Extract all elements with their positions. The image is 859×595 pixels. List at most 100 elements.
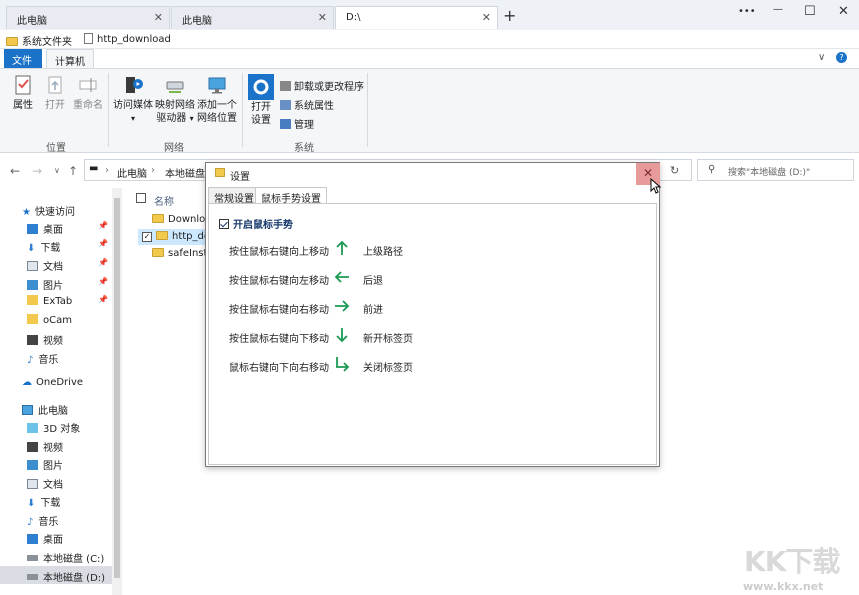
sidebar-item-extab[interactable]: ExTab 📌 (0, 292, 112, 310)
sidebar-item-pc-documents[interactable]: 文档 (0, 473, 112, 491)
breadcrumb-separator: › (151, 165, 155, 176)
search-box[interactable]: ⚲ 搜索"本地磁盘 (D:)" (697, 159, 854, 181)
minimize-icon[interactable]: — (773, 4, 783, 15)
chevron-down-icon[interactable]: ∨ (818, 52, 825, 63)
file-icon (84, 33, 93, 44)
sidebar-item-pc-music[interactable]: ♪ 音乐 (0, 510, 112, 528)
open-icon (48, 76, 62, 94)
sidebar-item-downloads[interactable]: ⬇ 下载 📌 (0, 236, 112, 254)
download-icon: ⬇ (27, 498, 36, 509)
scrollbar-thumb[interactable] (114, 198, 120, 578)
gesture-row-right: 按住鼠标右键向右移动 前进 (229, 298, 649, 318)
sidebar-item-ocam[interactable]: oCam (0, 311, 112, 329)
tab-mouse-gesture-settings[interactable]: 鼠标手势设置 (255, 187, 327, 205)
select-all-checkbox[interactable] (136, 193, 146, 203)
checkbox-checked[interactable] (219, 219, 229, 229)
sidebar-item-disk-c[interactable]: 本地磁盘 (C:) (0, 547, 112, 565)
close-window-icon[interactable]: ✕ (838, 4, 849, 19)
music-icon: ♪ (27, 355, 34, 366)
ribbon-divider (242, 73, 243, 147)
sidebar-item-onedrive[interactable]: ☁ OneDrive (0, 374, 112, 392)
pin-icon[interactable]: 📌 (98, 277, 108, 286)
folder-icon (6, 37, 18, 46)
down-right-arrow-icon (336, 357, 350, 372)
tab-general-settings[interactable]: 常规设置 (208, 187, 260, 205)
group-label-network: 网络 (164, 143, 184, 154)
sidebar-item-pictures[interactable]: 图片 📌 (0, 274, 112, 292)
gesture-row-left: 按住鼠标右键向左移动 后退 (229, 269, 649, 289)
watermark-logo: KK下载 (744, 545, 840, 578)
sidebar-item-this-pc[interactable]: 此电脑 (0, 399, 112, 417)
manage-icon (280, 119, 291, 129)
pin-icon[interactable]: 📌 (98, 221, 108, 230)
sidebar-item-videos[interactable]: 视频 (0, 329, 112, 347)
tab-this-pc-2[interactable]: 此电脑 ✕ (171, 6, 334, 29)
sidebar-item-pc-downloads[interactable]: ⬇ 下载 (0, 491, 112, 509)
gesture-settings-panel: 开启鼠标手势 按住鼠标右键向上移动 上级路径 按住鼠标右键向左移动 后退 按住鼠… (208, 203, 657, 465)
close-icon[interactable]: ✕ (318, 11, 327, 24)
sidebar-item-3d-objects[interactable]: 3D 对象 (0, 417, 112, 435)
sidebar-item-music[interactable]: ♪ 音乐 (0, 348, 112, 366)
close-icon[interactable]: ✕ (482, 11, 491, 24)
row-checkbox[interactable]: ✓ (142, 232, 152, 242)
column-header-name[interactable]: 名称 (154, 193, 174, 208)
system-properties-button[interactable]: 系统属性 (280, 97, 334, 112)
pin-icon[interactable]: 📌 (98, 295, 108, 304)
ribbon-tab-file[interactable]: 文件 (4, 49, 42, 68)
map-network-drive-button[interactable]: 映射网络 驱动器 ▾ (154, 74, 196, 125)
more-icon[interactable]: ••• (738, 6, 756, 17)
star-icon: ★ (22, 207, 31, 218)
new-tab-icon[interactable]: + (503, 6, 516, 25)
pin-icon[interactable]: 📌 (98, 239, 108, 248)
help-icon[interactable]: ? (836, 52, 847, 63)
gesture-row-down: 按住鼠标右键向下移动 新开标签页 (229, 327, 649, 347)
bookmark-bar: 系统文件夹 http_download (0, 30, 859, 49)
forward-arrow-icon[interactable]: → (32, 164, 42, 178)
sidebar-item-pc-desktop[interactable]: 桌面 (0, 528, 112, 546)
search-placeholder: 搜索"本地磁盘 (D:)" (728, 168, 811, 178)
media-server-icon (126, 77, 143, 93)
open-button[interactable]: 打开 (40, 74, 70, 112)
breadcrumb-this-pc[interactable]: 此电脑 (117, 165, 147, 180)
tab-d-drive[interactable]: D:\ ✕ (335, 6, 498, 29)
pin-icon[interactable]: 📌 (98, 258, 108, 267)
close-icon[interactable]: ✕ (154, 11, 163, 24)
enable-gesture-checkbox[interactable]: 开启鼠标手势 (219, 216, 293, 231)
sidebar-item-disk-d[interactable]: 本地磁盘 (D:) (0, 566, 112, 584)
access-media-button[interactable]: 访问媒体 ▾ (112, 74, 154, 125)
properties-button[interactable]: 属性 (6, 74, 40, 112)
rename-button[interactable]: 重命名 (72, 74, 104, 112)
open-settings-button[interactable]: 打开 设置 (246, 74, 276, 127)
sidebar-item-quick-access[interactable]: ★ 快速访问 (0, 200, 112, 218)
sidebar-item-pc-pictures[interactable]: 图片 (0, 454, 112, 472)
uninstall-programs-button[interactable]: 卸载或更改程序 (280, 78, 364, 93)
up-arrow-icon[interactable]: ↑ (68, 164, 78, 178)
dialog-title: 设置 (230, 172, 250, 183)
ribbon-tab-computer[interactable]: 计算机 (46, 49, 94, 68)
desktop-icon (27, 224, 38, 234)
bookmark-http-download[interactable]: http_download (84, 33, 171, 45)
sidebar-scrollbar[interactable] (112, 188, 122, 595)
cloud-icon: ☁ (22, 377, 32, 388)
refresh-icon[interactable]: ↻ (670, 164, 679, 177)
folder-icon (27, 295, 38, 305)
gesture-row-up: 按住鼠标右键向上移动 上级路径 (229, 240, 649, 260)
sidebar-item-pc-videos[interactable]: 视频 (0, 436, 112, 454)
folder-icon (215, 168, 225, 177)
back-arrow-icon[interactable]: ← (10, 164, 20, 178)
add-network-location-button[interactable]: 添加一个 网络位置 (196, 74, 238, 125)
gesture-row-down-right: 鼠标右键向下向右移动 关闭标签页 (229, 356, 649, 376)
sidebar-item-desktop[interactable]: 桌面 📌 (0, 218, 112, 236)
dialog-title-bar[interactable]: 设置 (206, 163, 659, 185)
tab-label: D:\ (346, 12, 361, 23)
breadcrumb-local-disk[interactable]: 本地磁盘 (165, 165, 205, 180)
gear-icon (248, 74, 274, 100)
sidebar-item-documents[interactable]: 文档 📌 (0, 255, 112, 273)
bookmark-system-folder[interactable]: 系统文件夹 (6, 33, 72, 48)
breadcrumb-separator: › (105, 165, 109, 176)
tab-this-pc-1[interactable]: 此电脑 ✕ (6, 6, 170, 29)
maximize-icon[interactable]: ☐ (804, 4, 816, 19)
manage-button[interactable]: 管理 (280, 116, 314, 131)
chevron-down-icon[interactable]: ∨ (54, 166, 60, 175)
folder-icon (156, 231, 168, 240)
